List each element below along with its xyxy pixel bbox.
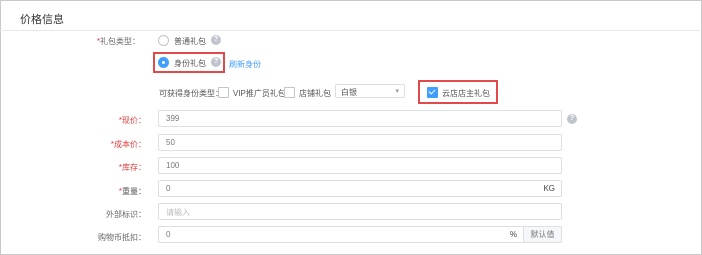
cost-input[interactable]: 50 [158,134,562,151]
help-icon[interactable]: ? [211,57,221,67]
identity-gift-label[interactable]: 身份礼包 [174,58,206,69]
checkbox-store-gift[interactable] [284,87,295,98]
level-select[interactable]: 白银 ▾ [335,84,405,98]
weight-value: 0 [166,184,171,193]
cost-label: *成本价： [110,140,146,149]
cost-value: 50 [166,138,175,147]
radio-normal-gift[interactable] [158,35,169,46]
identity-type-label: 可获得身份类型： [159,89,223,98]
external-id-label: 外部标识： [106,210,146,219]
weight-unit: KG [543,184,555,193]
stock-value: 100 [166,161,180,170]
help-icon[interactable]: ? [211,35,221,45]
external-id-input[interactable]: 请输入 [158,203,562,220]
stock-input[interactable]: 100 [158,157,562,174]
external-id-placeholder: 请输入 [166,208,190,217]
level-select-value: 白银 [341,88,357,97]
checkbox-vip-promoter[interactable] [218,87,229,98]
chevron-down-icon: ▾ [395,88,399,95]
price-input[interactable]: 399 [158,110,562,127]
weight-label-text: 重量： [122,187,146,196]
section-divider [0,30,700,31]
coin-deduct-label: 购物币抵扣： [98,233,146,242]
section-title: 价格信息 [20,14,64,26]
cloud-store-owner-label[interactable]: 云店店主礼包 [442,88,490,99]
gift-type-label-text: 礼包类型： [100,37,140,46]
help-icon[interactable]: ? [567,114,577,124]
price-value: 399 [166,114,180,123]
coin-deduct-input[interactable]: 0 % [158,226,524,243]
price-label: *现价： [118,116,146,125]
gift-type-label: *礼包类型： [96,37,140,46]
radio-identity-gift[interactable] [158,57,169,68]
weight-input[interactable]: 0 KG [158,180,562,197]
coin-deduct-value: 0 [166,230,171,239]
vip-promoter-label[interactable]: VIP推广员礼包 [233,88,286,99]
stock-label: *库存： [118,163,146,172]
normal-gift-label[interactable]: 普通礼包 [174,36,206,47]
weight-label: *重量： [118,187,146,196]
coin-deduct-unit: % [509,230,517,239]
refresh-identity-link[interactable]: 刷新身份 [229,59,261,70]
store-gift-label[interactable]: 店铺礼包 [299,88,331,99]
default-value-button[interactable]: 默认值 [524,226,562,243]
checkbox-cloud-store-owner[interactable] [427,87,438,98]
